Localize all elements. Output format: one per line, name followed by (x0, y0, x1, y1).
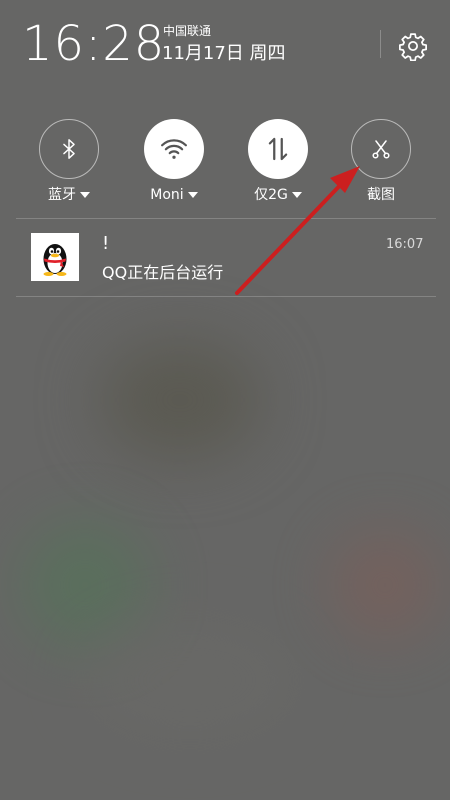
annotation-arrow-icon (235, 166, 360, 295)
